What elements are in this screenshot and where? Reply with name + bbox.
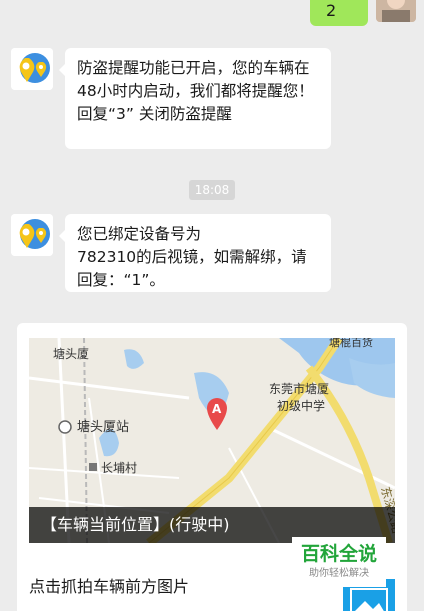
map-label-school-2: 初级中学 — [277, 398, 325, 413]
watermark-logo: 百科全说 助你轻松解决 — [292, 537, 386, 587]
message-line: 回复：“1”。 — [77, 271, 165, 289]
bot-avatar[interactable] — [11, 48, 53, 90]
message-bubble-anti-theft[interactable]: 防盗提醒功能已开启，您的车辆在 48小时内启动，我们都将提醒您！ 回复“3” 关… — [59, 48, 331, 149]
self-avatar[interactable] — [376, 0, 416, 22]
self-message-bubble[interactable]: 2 — [310, 0, 368, 26]
message-line: 您已绑定设备号为 — [77, 225, 202, 243]
location-pin-icon — [11, 214, 53, 256]
village-icon — [89, 463, 97, 471]
message-line: 782310的后视镜，如需解绑，请 — [77, 248, 307, 266]
watermark-sub-text: 助你轻松解决 — [309, 568, 369, 579]
self-message-text: 2 — [326, 1, 337, 20]
map-label-place: 塘头厦 — [53, 346, 89, 361]
message-line: 回复“3” 关闭防盗提醒 — [77, 105, 232, 123]
capture-front-photo-link[interactable]: 点击抓拍车辆前方图片 — [29, 573, 189, 597]
location-map[interactable]: 塘头厦 塘头厦站 长埔村 东莞市塘厦 初级中学 塘棍百货 东深公路 A 【车辆当… — [29, 338, 395, 543]
map-label-school: 东莞市塘厦 — [269, 381, 329, 396]
map-label-top-right: 塘棍百货 — [329, 338, 373, 349]
marker-label: A — [212, 402, 222, 416]
bot-avatar[interactable] — [11, 214, 53, 256]
self-avatar-image — [376, 0, 416, 22]
map-label-station: 塘头厦站 — [77, 419, 129, 435]
message-line: 防盗提醒功能已开启，您的车辆在 — [77, 59, 310, 77]
map-label-village: 长埔村 — [101, 461, 137, 475]
watermark-main-text: 百科全说 — [300, 543, 377, 565]
message-line: 48小时内启动，我们都将提醒您！ — [77, 82, 314, 100]
chat-timestamp: 18:08 — [189, 180, 235, 200]
location-pin-icon — [11, 48, 53, 90]
message-bubble-device-binding[interactable]: 您已绑定设备号为 782310的后视镜，如需解绑，请 回复：“1”。 — [59, 214, 331, 292]
station-icon — [58, 420, 72, 434]
